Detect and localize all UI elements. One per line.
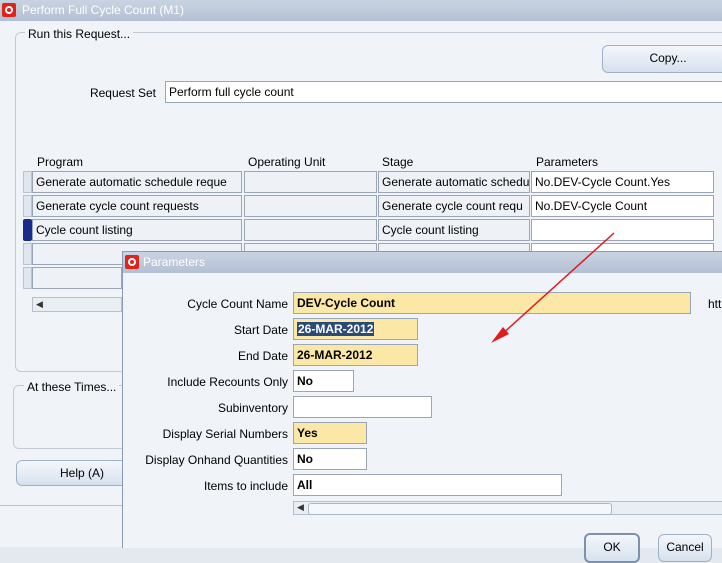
annotation-arrow-line (499, 232, 615, 337)
annotation-arrow-icon (491, 232, 615, 343)
